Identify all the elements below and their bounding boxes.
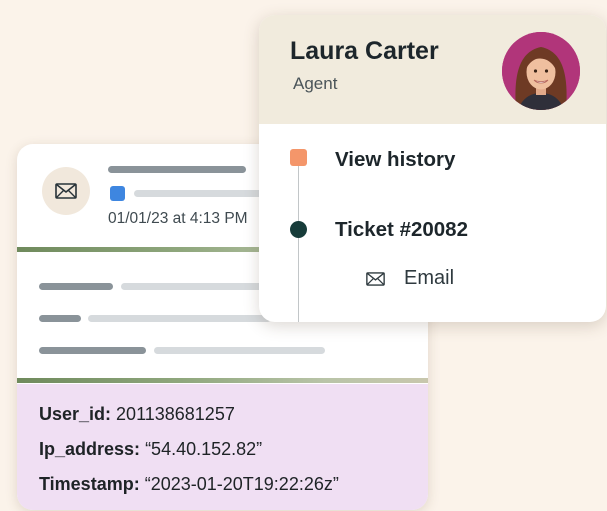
- email-channel-row: Email: [366, 267, 454, 290]
- timestamp-label: Timestamp:: [39, 474, 140, 494]
- body-placeholder-2b: [88, 315, 271, 322]
- agent-role: Agent: [293, 74, 338, 93]
- user-id-label: User_id:: [39, 404, 112, 424]
- ip-address-label: Ip_address:: [39, 439, 141, 459]
- subject-placeholder: [108, 166, 246, 173]
- ip-address-row: Ip_address: “54.40.152.82”: [39, 439, 262, 460]
- agent-name: Laura Carter: [290, 37, 439, 65]
- body-placeholder-3a: [39, 347, 146, 354]
- user-id-row: User_id: 201138681257: [39, 404, 235, 425]
- status-marker: [110, 186, 125, 201]
- body-placeholder-2a: [39, 315, 81, 322]
- user-id-value: 201138681257: [116, 404, 235, 424]
- divider-bottom: [17, 378, 428, 383]
- agent-card[interactable]: Laura Carter Agent View history Ticket #…: [259, 15, 606, 322]
- avatar[interactable]: [502, 32, 580, 110]
- body-placeholder-3b: [154, 347, 325, 354]
- email-channel-label: Email: [404, 267, 455, 289]
- ip-address-value: “54.40.152.82”: [145, 439, 263, 459]
- history-marker: [290, 149, 307, 166]
- avatar-portrait: [502, 32, 580, 110]
- ticket-link[interactable]: Ticket #20082: [335, 218, 468, 242]
- mail-icon-badge: [42, 167, 90, 215]
- view-history-link[interactable]: View history: [335, 148, 455, 172]
- body-placeholder-1a: [39, 283, 113, 290]
- timeline-line: [298, 161, 299, 322]
- timestamp-row: Timestamp: “2023-01-20T19:22:26z”: [39, 474, 339, 495]
- envelope-icon: [55, 183, 77, 199]
- ticket-marker: [290, 221, 307, 238]
- body-placeholder-1b: [121, 283, 271, 290]
- ticket-date: 01/01/23 at 4:13 PM: [108, 210, 248, 227]
- sender-placeholder: [134, 190, 264, 197]
- timestamp-value: “2023-01-20T19:22:26z”: [144, 474, 339, 494]
- metadata-panel: User_id: 201138681257 Ip_address: “54.40…: [17, 384, 428, 510]
- agent-header: Laura Carter Agent: [259, 15, 606, 124]
- envelope-icon: [366, 271, 385, 286]
